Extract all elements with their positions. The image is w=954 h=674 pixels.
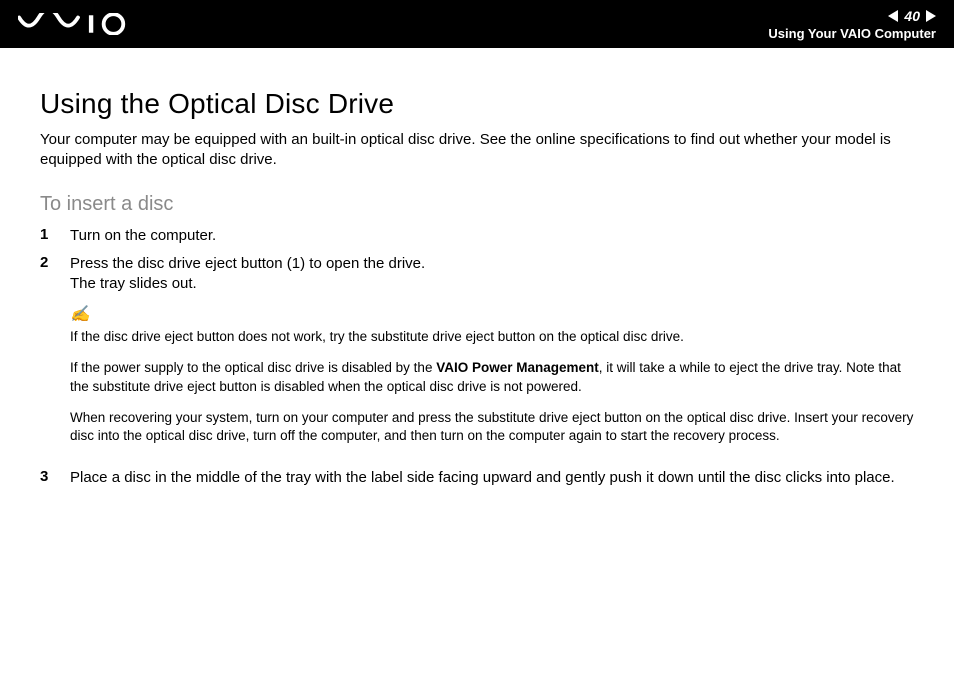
step-number: 1 xyxy=(40,226,54,246)
page-header: 40 Using Your VAIO Computer xyxy=(0,0,954,48)
subheading: To insert a disc xyxy=(40,193,914,216)
step-line: Press the disc drive eject button (1) to… xyxy=(70,254,914,274)
note-block: ✍ If the disc drive eject button does no… xyxy=(70,304,914,446)
page-title: Using the Optical Disc Drive xyxy=(40,88,914,120)
note-text: When recovering your system, turn on you… xyxy=(70,409,914,447)
header-right: 40 Using Your VAIO Computer xyxy=(768,8,936,41)
note-bold: VAIO Power Management xyxy=(436,360,599,375)
step-item: 1 Turn on the computer. xyxy=(40,226,914,246)
note-icon: ✍ xyxy=(70,304,90,326)
page-number: 40 xyxy=(904,8,920,24)
steps-list: 1 Turn on the computer. 2 Press the disc… xyxy=(40,226,914,489)
step-text: Press the disc drive eject button (1) to… xyxy=(70,254,914,461)
step-number: 2 xyxy=(40,254,54,461)
step-line: The tray slides out. xyxy=(70,274,914,294)
page-navigator: 40 xyxy=(888,8,936,24)
vaio-logo-svg xyxy=(18,13,138,35)
intro-paragraph: Your computer may be equipped with an bu… xyxy=(40,130,914,171)
step-number: 3 xyxy=(40,468,54,488)
page-content: Using the Optical Disc Drive Your comput… xyxy=(0,48,954,489)
note-fragment: If the power supply to the optical disc … xyxy=(70,360,436,375)
section-label: Using Your VAIO Computer xyxy=(768,26,936,41)
prev-page-arrow-icon[interactable] xyxy=(888,10,898,22)
next-page-arrow-icon[interactable] xyxy=(926,10,936,22)
vaio-logo xyxy=(18,0,138,48)
note-text: If the power supply to the optical disc … xyxy=(70,359,914,397)
step-text: Place a disc in the middle of the tray w… xyxy=(70,468,914,488)
step-item: 2 Press the disc drive eject button (1) … xyxy=(40,254,914,461)
step-item: 3 Place a disc in the middle of the tray… xyxy=(40,468,914,488)
note-text: If the disc drive eject button does not … xyxy=(70,328,914,347)
step-text: Turn on the computer. xyxy=(70,226,914,246)
